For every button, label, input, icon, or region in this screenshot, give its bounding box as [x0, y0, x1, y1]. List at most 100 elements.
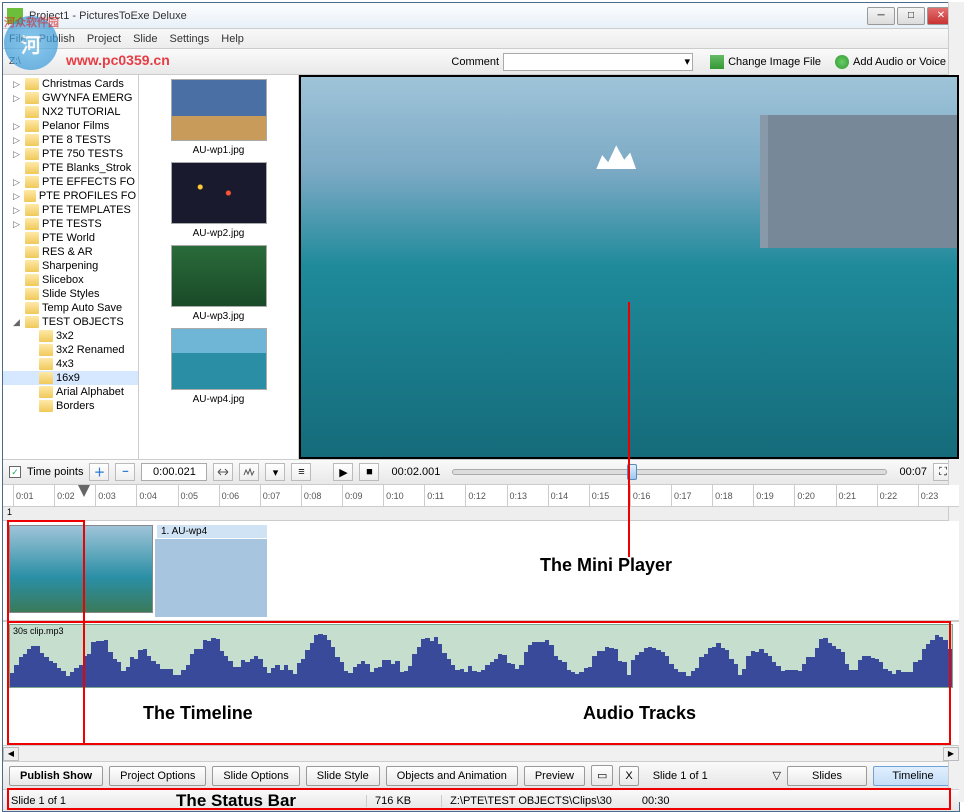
thumbnail-list[interactable]: AU-wp1.jpgAU-wp2.jpgAU-wp3.jpgAU-wp4.jpg — [139, 75, 299, 459]
menubar: File Publish Project Slide Settings Help — [3, 29, 959, 49]
slides-tab[interactable]: Slides — [787, 766, 867, 786]
minimize-button[interactable]: ─ — [867, 7, 895, 25]
tree-item[interactable]: RES & AR — [3, 245, 138, 259]
expand-icon[interactable]: ▷ — [13, 79, 22, 90]
folder-icon — [25, 134, 39, 146]
list-button[interactable]: ≡ — [291, 463, 311, 481]
tree-item[interactable]: ◢TEST OBJECTS — [3, 315, 138, 329]
slide-track[interactable]: 1. AU-wp4 — [3, 521, 959, 621]
folder-icon — [25, 120, 39, 132]
tree-item[interactable]: NX2 TUTORIAL — [3, 105, 138, 119]
slide-options-button[interactable]: Slide Options — [212, 766, 299, 786]
tree-item[interactable]: Slicebox — [3, 273, 138, 287]
tree-item[interactable]: 3x2 — [3, 329, 138, 343]
timepoints-label: Time points — [27, 466, 83, 478]
ruler-tick: 0:03 — [95, 485, 136, 506]
tree-label: Slide Styles — [42, 288, 99, 300]
menu-settings[interactable]: Settings — [170, 33, 210, 45]
folder-icon — [25, 106, 39, 118]
preview-current-button[interactable]: ▭ — [591, 765, 613, 786]
time-controls: ✓ Time points ＋ − 0:00.021 ▾ ≡ ▶ ■ 00:02… — [3, 459, 959, 485]
expand-icon[interactable]: ▷ — [13, 121, 22, 132]
tree-label: Sharpening — [42, 260, 98, 272]
play-button[interactable]: ▶ — [333, 463, 353, 481]
tree-item[interactable]: Sharpening — [3, 259, 138, 273]
expand-icon[interactable]: ▷ — [13, 191, 21, 202]
folder-icon — [24, 190, 36, 202]
preview-button[interactable]: Preview — [524, 766, 585, 786]
folder-icon — [39, 330, 53, 342]
change-image-button[interactable]: Change Image File — [703, 52, 828, 72]
timepoints-checkbox[interactable]: ✓ — [9, 466, 21, 478]
menu-project[interactable]: Project — [87, 33, 121, 45]
duration: 00:07 — [899, 466, 927, 478]
add-timepoint-button[interactable]: ＋ — [89, 463, 109, 481]
tree-item[interactable]: ▷Christmas Cards — [3, 77, 138, 91]
objects-animation-button[interactable]: Objects and Animation — [386, 766, 518, 786]
comment-combo[interactable]: ▾ — [503, 53, 693, 71]
publish-show-button[interactable]: Publish Show — [9, 766, 103, 786]
add-audio-button[interactable]: Add Audio or Voice — [828, 52, 953, 72]
tree-item[interactable]: ▷ PTE 750 TESTS — [3, 147, 138, 161]
fit-button[interactable] — [213, 463, 233, 481]
tree-label: PTE Blanks_Strok — [42, 162, 131, 174]
expand-icon[interactable]: ▷ — [13, 205, 22, 216]
tree-label: PTE World — [42, 232, 95, 244]
folder-icon — [25, 162, 39, 174]
folder-icon — [25, 246, 39, 258]
waveform-button[interactable] — [239, 463, 259, 481]
menu-help[interactable]: Help — [221, 33, 244, 45]
expand-icon[interactable]: ▷ — [13, 149, 22, 160]
maximize-button[interactable]: □ — [897, 7, 925, 25]
timeline-tab[interactable]: Timeline — [873, 766, 953, 786]
tree-item[interactable]: Slide Styles — [3, 287, 138, 301]
thumbnail[interactable]: AU-wp2.jpg — [143, 162, 294, 239]
tree-item[interactable]: PTE World — [3, 231, 138, 245]
timeline-area: 1. AU-wp4 30s clip.mp3 The Timeline Audi… — [3, 521, 959, 761]
tree-item[interactable]: ▷PTE PROFILES FO — [3, 189, 138, 203]
folder-tree[interactable]: ▷Christmas Cards▷GWYNFA EMERGNX2 TUTORIA… — [3, 75, 139, 459]
tree-item[interactable]: ▷PTE TESTS — [3, 217, 138, 231]
tree-item[interactable]: ▷ Pelanor Films — [3, 119, 138, 133]
dropdown-button[interactable]: ▾ — [265, 463, 285, 481]
tree-item[interactable]: Borders — [3, 399, 138, 413]
tree-item[interactable]: ▷PTE 8 TESTS — [3, 133, 138, 147]
tree-item[interactable]: PTE Blanks_Strok — [3, 161, 138, 175]
tree-item[interactable]: 16x9 — [3, 371, 138, 385]
tree-item[interactable]: 4x3 — [3, 357, 138, 371]
tree-item[interactable]: Temp Auto Save — [3, 301, 138, 315]
folder-icon — [39, 358, 53, 370]
titlebar[interactable]: Project1 - PicturesToExe Deluxe ─ □ ✕ — [3, 3, 959, 29]
expand-icon[interactable]: ▷ — [13, 177, 22, 188]
timeline-scrollbar[interactable]: ◀ ▶ — [3, 745, 959, 761]
expand-icon[interactable]: ◢ — [13, 317, 22, 328]
tree-item[interactable]: ▷PTE TEMPLATES — [3, 203, 138, 217]
project-options-button[interactable]: Project Options — [109, 766, 206, 786]
tree-item[interactable]: 3x2 Renamed — [3, 343, 138, 357]
collapse-icon[interactable]: ▽ — [773, 769, 781, 782]
menu-slide[interactable]: Slide — [133, 33, 157, 45]
folder-icon — [25, 92, 39, 104]
tree-label: PTE 750 TESTS — [42, 148, 123, 160]
current-time[interactable]: 0:00.021 — [141, 463, 207, 481]
scroll-right-button[interactable]: ▶ — [943, 747, 959, 761]
timeline-ruler[interactable]: 0:010:020:030:040:050:060:070:080:090:10… — [3, 485, 959, 507]
thumbnail[interactable]: AU-wp3.jpg — [143, 245, 294, 322]
expand-icon[interactable]: ▷ — [13, 135, 22, 146]
scroll-left-button[interactable]: ◀ — [3, 747, 19, 761]
x-button[interactable]: X — [619, 766, 638, 786]
tree-item[interactable]: Arial Alphabet — [3, 385, 138, 399]
thumbnail[interactable]: AU-wp4.jpg — [143, 328, 294, 405]
slide-style-button[interactable]: Slide Style — [306, 766, 380, 786]
remove-timepoint-button[interactable]: − — [115, 463, 135, 481]
track-header: 1 — [3, 507, 959, 521]
expand-icon[interactable]: ▷ — [13, 93, 22, 104]
tree-label: Pelanor Films — [42, 120, 109, 132]
seek-slider[interactable] — [452, 469, 887, 475]
thumbnail[interactable]: AU-wp1.jpg — [143, 79, 294, 156]
expand-icon[interactable]: ▷ — [13, 219, 22, 230]
tree-item[interactable]: ▷GWYNFA EMERG — [3, 91, 138, 105]
stop-button[interactable]: ■ — [359, 463, 379, 481]
ruler-tick: 0:21 — [836, 485, 877, 506]
tree-item[interactable]: ▷PTE EFFECTS FO — [3, 175, 138, 189]
